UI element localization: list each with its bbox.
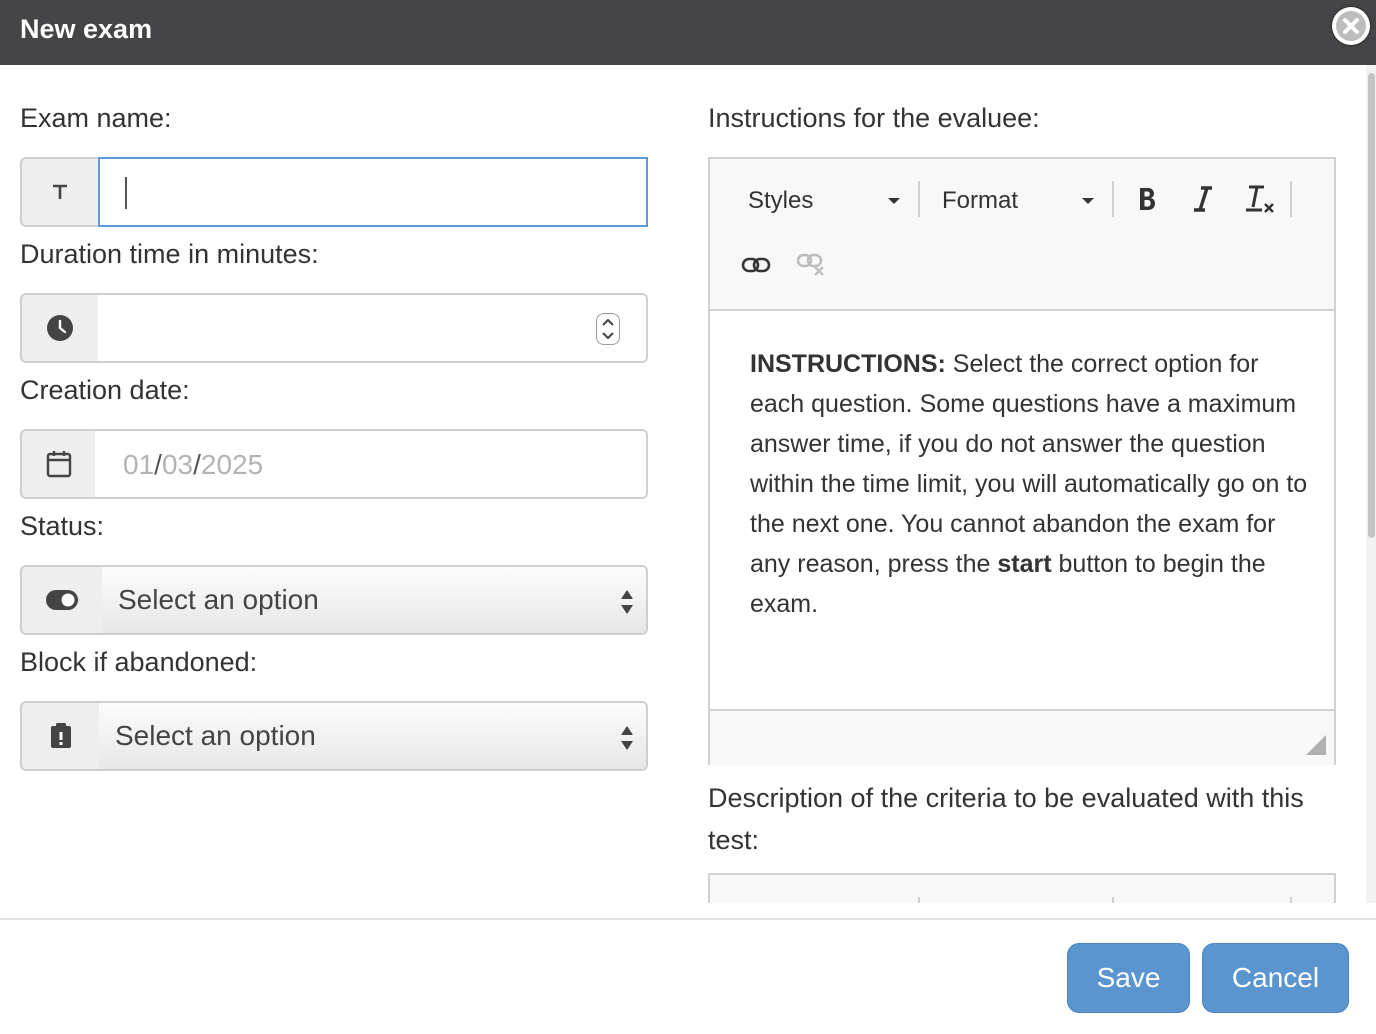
close-button[interactable] [1332, 7, 1370, 45]
toolbar-separator [1290, 181, 1292, 217]
block-if-abandoned-group: Select an option [20, 701, 648, 771]
format-caret-icon [1082, 198, 1094, 204]
duration-label: Duration time in minutes: [20, 239, 319, 269]
instructions-text-1: Select the correct option for each quest… [750, 350, 1308, 578]
date-separator: / [154, 449, 162, 480]
select-arrows-icon [621, 726, 633, 750]
exam-name-input[interactable] [98, 157, 648, 227]
unlink-button[interactable] [792, 247, 832, 283]
calendar-icon [20, 429, 97, 499]
instructions-label: Instructions for the evaluee: [708, 103, 1040, 133]
dialog-title: New exam [20, 14, 153, 44]
footer-divider [0, 918, 1376, 920]
instructions-start-word: start [997, 550, 1052, 578]
italic-icon [1194, 186, 1212, 212]
exam-name-label: Exam name: [20, 103, 172, 133]
clipboard-alert-icon [20, 701, 101, 771]
toggle-icon [20, 565, 104, 635]
criteria-label: Description of the criteria to be evalua… [708, 783, 1304, 855]
status-label: Status: [20, 511, 105, 541]
text-caret [125, 177, 127, 209]
remove-format-icon [1246, 185, 1274, 213]
creation-date-label: Creation date: [20, 375, 190, 405]
instructions-lead: INSTRUCTIONS: [750, 350, 946, 378]
criteria-editor-toolbar [708, 873, 1336, 903]
date-value: 01/03/2025 [123, 449, 263, 481]
number-spinner[interactable] [596, 313, 620, 345]
dialog-body: Exam name: Duration time in minutes: Cre… [0, 65, 1376, 903]
date-day: 01 [123, 449, 155, 480]
remove-format-button[interactable] [1240, 179, 1280, 219]
clock-icon [20, 293, 100, 363]
select-arrows-icon [621, 590, 633, 614]
block-if-abandoned-select[interactable]: Select an option [99, 701, 648, 771]
cancel-button[interactable]: Cancel [1202, 943, 1349, 1013]
toolbar-separator [1290, 897, 1292, 903]
exam-name-group [20, 157, 648, 227]
format-dropdown-label: Format [942, 187, 1019, 214]
block-selected-value: Select an option [115, 720, 316, 751]
italic-button[interactable] [1186, 179, 1220, 219]
duration-input[interactable] [98, 293, 648, 363]
status-group: Select an option [20, 565, 648, 635]
toolbar-separator [1112, 897, 1114, 903]
toolbar-separator [918, 897, 920, 903]
status-selected-value: Select an option [118, 584, 319, 615]
close-icon [1336, 11, 1366, 41]
save-button[interactable]: Save [1067, 943, 1190, 1013]
toolbar-separator [918, 181, 920, 217]
duration-group [20, 293, 648, 363]
styles-caret-icon [888, 198, 900, 204]
instructions-editor: Styles Format INSTRUCTIONS: Select the c… [708, 157, 1336, 765]
creation-date-group: 01/03/2025 [20, 429, 648, 499]
status-select[interactable]: Select an option [102, 565, 648, 635]
scrollbar-thumb[interactable] [1368, 73, 1375, 538]
unlink-icon [796, 253, 824, 276]
block-if-abandoned-label: Block if abandoned: [20, 647, 258, 677]
format-dropdown[interactable]: Format [942, 187, 1018, 215]
date-separator: / [193, 449, 201, 480]
styles-dropdown-label: Styles [748, 187, 814, 214]
dialog-titlebar: New exam [0, 0, 1376, 65]
editor-statusbar [710, 709, 1334, 765]
text-icon [20, 157, 100, 227]
link-icon [741, 257, 771, 273]
date-month: 03 [161, 449, 194, 480]
resize-handle-icon[interactable] [1306, 735, 1326, 755]
styles-dropdown[interactable]: Styles [748, 187, 813, 215]
creation-date-input[interactable]: 01/03/2025 [95, 429, 648, 499]
bold-button[interactable] [1130, 179, 1164, 219]
toolbar-separator [1112, 181, 1114, 217]
bold-icon [1140, 188, 1155, 210]
instructions-content[interactable]: INSTRUCTIONS: Select the correct option … [750, 344, 1310, 624]
editor-toolbar: Styles Format [710, 159, 1334, 311]
link-button[interactable] [736, 247, 776, 283]
date-year: 2025 [200, 449, 264, 480]
